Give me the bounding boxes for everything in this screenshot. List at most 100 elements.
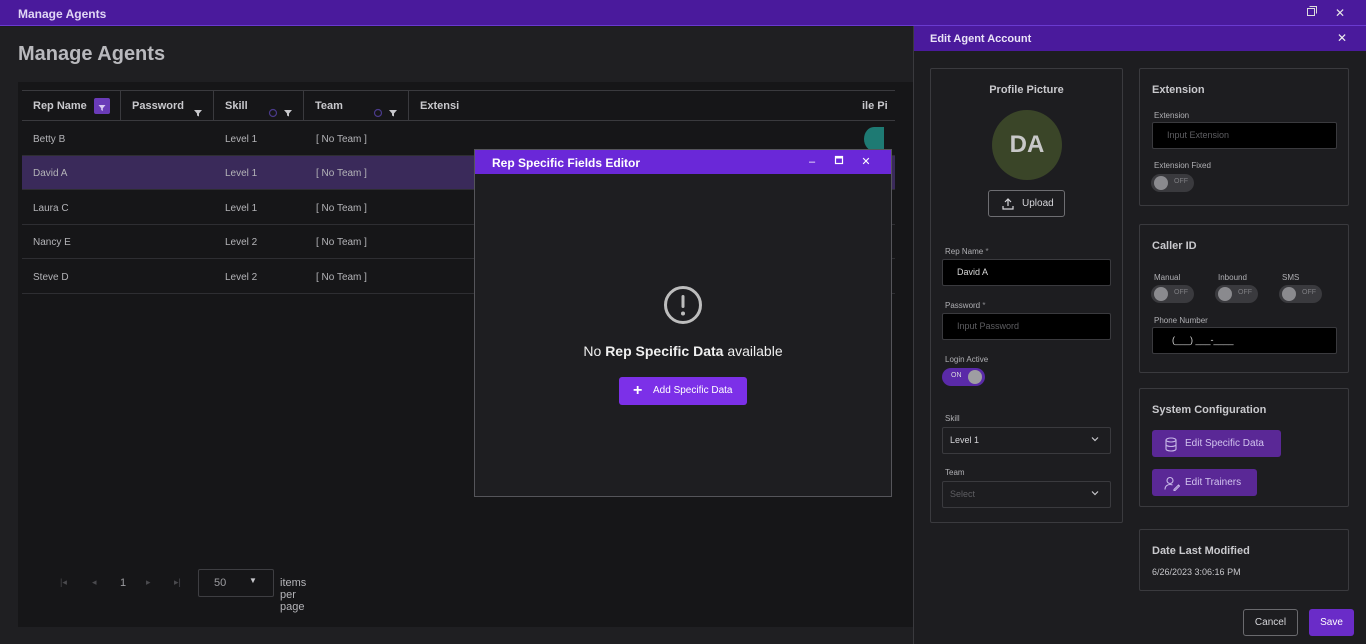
page-size-value: 50: [214, 577, 227, 589]
sort-icon[interactable]: [268, 100, 278, 118]
extension-fixed-toggle[interactable]: OFF: [1151, 174, 1194, 192]
toggle-state: OFF: [1302, 289, 1316, 296]
skill-select[interactable]: Level 1: [942, 427, 1111, 454]
page-size-select[interactable]: 50 ▼: [198, 569, 274, 597]
team-cell: [ No Team ]: [316, 203, 367, 214]
column-label: Rep Name: [33, 100, 87, 112]
rep-name-cell: Nancy E: [33, 237, 71, 248]
filter-icon[interactable]: [283, 100, 293, 117]
rep-specific-fields-modal: Rep Specific Fields Editor – ✕ No Rep Sp…: [474, 149, 892, 497]
edit-agent-panel: Edit Agent Account ✕ Profile Picture DA …: [913, 26, 1366, 644]
sms-toggle[interactable]: OFF: [1279, 285, 1322, 303]
password-field[interactable]: Input Password: [942, 313, 1111, 340]
modal-header: Rep Specific Fields Editor – ✕: [475, 150, 891, 174]
next-page-icon[interactable]: ▸: [146, 577, 156, 589]
save-button[interactable]: Save: [1309, 609, 1354, 636]
last-page-icon[interactable]: ▸|: [174, 577, 184, 589]
toggle-knob: [1282, 287, 1296, 301]
page-number[interactable]: 1: [120, 577, 126, 589]
skill-cell: Level 2: [225, 272, 258, 283]
maximize-icon[interactable]: [832, 155, 846, 169]
prev-page-icon[interactable]: ◂: [92, 577, 102, 589]
column-header-profile-picture[interactable]: ile Pi: [850, 91, 895, 121]
edit-specific-data-button[interactable]: Edit Specific Data: [1152, 430, 1281, 457]
plus-icon: +: [633, 382, 643, 399]
upload-button[interactable]: Upload: [988, 190, 1065, 217]
panel-close-icon[interactable]: ✕: [1335, 31, 1349, 45]
column-header-rep-name[interactable]: Rep Name: [22, 91, 121, 121]
cancel-button[interactable]: Cancel: [1243, 609, 1298, 636]
window-close-icon[interactable]: ✕: [1332, 5, 1348, 21]
edit-trainers-label: Edit Trainers: [1185, 477, 1242, 488]
rep-name-field[interactable]: David A: [942, 259, 1111, 286]
alert-circle-icon: [663, 285, 703, 325]
chevron-down-icon: ▼: [249, 576, 257, 585]
extension-box: Extension Extension Input Extension Exte…: [1139, 68, 1349, 206]
minimize-icon[interactable]: –: [805, 155, 819, 169]
team-cell: [ No Team ]: [316, 237, 367, 248]
column-header-skill[interactable]: Skill: [214, 91, 304, 121]
chevron-down-icon: [1090, 483, 1100, 508]
column-header-password[interactable]: Password: [121, 91, 214, 121]
extension-fixed-label: Extension Fixed: [1154, 161, 1211, 170]
edit-trainers-button[interactable]: Edit Trainers: [1152, 469, 1257, 496]
skill-label: Skill: [945, 414, 960, 423]
chevron-down-icon: [1090, 429, 1100, 454]
empty-bold: Rep Specific Data: [605, 343, 724, 359]
manual-toggle[interactable]: OFF: [1151, 285, 1194, 303]
avatar: DA: [992, 110, 1062, 180]
skill-cell: Level 2: [225, 237, 258, 248]
toggle-state: OFF: [1174, 289, 1188, 296]
modal-title: Rep Specific Fields Editor: [492, 156, 641, 170]
caller-id-box: Caller ID Manual Inbound SMS OFF OFF OFF…: [1139, 224, 1349, 373]
empty-prefix: No: [583, 343, 602, 359]
avatar: [864, 127, 884, 151]
toggle-knob: [968, 370, 982, 384]
sms-label: SMS: [1282, 273, 1300, 282]
add-specific-data-button[interactable]: + Add Specific Data: [619, 377, 747, 405]
filter-icon[interactable]: [193, 100, 203, 117]
upload-icon: [1001, 196, 1015, 221]
sort-icon[interactable]: [373, 100, 383, 118]
toggle-state: ON: [951, 372, 962, 379]
items-per-page-label: items per page: [280, 577, 307, 613]
team-select[interactable]: Select: [942, 481, 1111, 508]
empty-suffix: available: [727, 343, 783, 359]
filter-active-icon[interactable]: [94, 98, 110, 114]
column-header-team[interactable]: Team: [304, 91, 409, 121]
extension-field[interactable]: Input Extension: [1152, 122, 1337, 149]
rep-name-cell: Steve D: [33, 272, 69, 283]
team-cell: [ No Team ]: [316, 272, 367, 283]
manual-label: Manual: [1154, 273, 1181, 282]
grid-header: Rep Name Password Skill Team Extensi ile…: [22, 90, 895, 121]
required-marker: *: [982, 301, 986, 310]
extension-title: Extension: [1152, 84, 1205, 96]
toggle-state: OFF: [1238, 289, 1252, 296]
modal-close-icon[interactable]: ✕: [859, 155, 873, 169]
filter-icon[interactable]: [388, 100, 398, 117]
add-specific-data-label: Add Specific Data: [653, 385, 733, 396]
edit-specific-data-label: Edit Specific Data: [1185, 438, 1264, 449]
empty-state-message: No Rep Specific Data available: [475, 343, 891, 359]
column-label: Team: [315, 100, 343, 112]
rep-name-cell: David A: [33, 168, 68, 179]
skill-value: Level 1: [950, 435, 980, 445]
phone-number-field[interactable]: (___) ___-____: [1152, 327, 1337, 354]
window-title: Manage Agents: [18, 7, 107, 21]
upload-label: Upload: [1022, 198, 1054, 209]
first-page-icon[interactable]: |◂: [60, 577, 70, 589]
login-active-toggle[interactable]: ON: [942, 368, 985, 386]
column-label: Password: [132, 100, 184, 112]
skill-cell: Level 1: [225, 134, 258, 145]
column-header-extension[interactable]: Extensi: [409, 91, 469, 121]
inbound-toggle[interactable]: OFF: [1215, 285, 1258, 303]
window-titlebar: Manage Agents ✕: [0, 0, 1366, 26]
restore-icon[interactable]: [1304, 5, 1320, 21]
login-active-label: Login Active: [945, 355, 989, 364]
column-label: Skill: [225, 100, 248, 112]
skill-cell: Level 1: [225, 168, 258, 179]
date-modified-title: Date Last Modified: [1152, 545, 1250, 557]
caller-id-title: Caller ID: [1152, 240, 1197, 252]
rep-name-label-text: Rep Name: [945, 247, 984, 256]
panel-title: Edit Agent Account: [930, 33, 1032, 45]
